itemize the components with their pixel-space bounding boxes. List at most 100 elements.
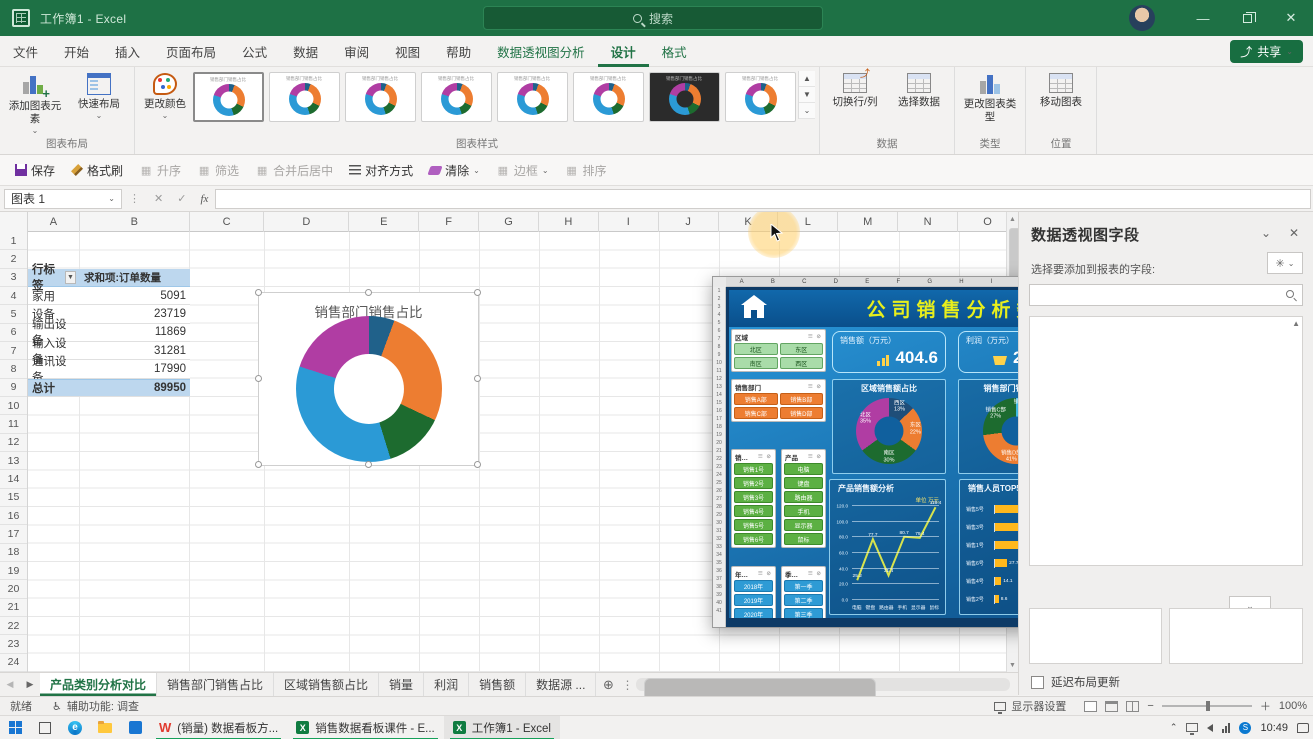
gallery-down-icon[interactable]: ▼ — [799, 87, 815, 103]
edge-icon[interactable]: e — [60, 716, 90, 739]
slicer-filter-icons[interactable]: ☰ ⊘ — [758, 454, 772, 460]
chart-style-thumbnail[interactable]: 销售部门销售占比 — [269, 72, 340, 122]
toolbar-对齐方式[interactable]: 对齐方式 — [342, 159, 420, 182]
row-header-4[interactable]: 4 — [0, 287, 27, 305]
row-header-24[interactable]: 24 — [0, 654, 27, 672]
zoom-in-icon[interactable]: ＋ — [1260, 698, 1271, 714]
scroll-up-icon[interactable]: ▲ — [1007, 212, 1018, 226]
skype-icon[interactable]: S — [1239, 722, 1251, 734]
ribbon-tab-数据透视图分析[interactable]: 数据透视图分析 — [484, 36, 598, 67]
ribbon-tab-开始[interactable]: 开始 — [51, 36, 102, 67]
row-header-8[interactable]: 8 — [0, 360, 27, 378]
taskbar-window[interactable]: W(销量) 数据看板方... — [150, 716, 287, 739]
gallery-up-icon[interactable]: ▲ — [799, 71, 815, 87]
pivot-cell-label[interactable]: 通讯设备 — [28, 360, 80, 378]
sheet-tab-销售部门销售占比[interactable]: 销售部门销售占比 — [157, 673, 274, 696]
row-header-17[interactable]: 17 — [0, 525, 27, 543]
row-header-16[interactable]: 16 — [0, 507, 27, 525]
column-header-H[interactable]: H — [539, 212, 599, 232]
row-header-14[interactable]: 14 — [0, 470, 27, 488]
zoom-out-icon[interactable]: − — [1147, 700, 1153, 712]
slicer-item-第四季[interactable]: 第四季 — [784, 622, 823, 627]
name-box[interactable]: 图表 1⌄ — [4, 189, 122, 209]
column-header-A[interactable]: A — [28, 212, 80, 232]
chart-style-thumbnail[interactable]: 销售部门销售占比 — [649, 72, 720, 122]
pivot-cell-label[interactable]: 总计 — [28, 379, 80, 397]
selection-handle[interactable] — [255, 375, 262, 382]
column-header-E[interactable]: E — [349, 212, 419, 232]
slicer-item-第二季[interactable]: 第二季 — [784, 594, 823, 606]
selection-handle[interactable] — [474, 289, 481, 296]
sheet-tab-销量[interactable]: 销量 — [379, 673, 424, 696]
slicer-item-显示器[interactable]: 显示器 — [784, 519, 823, 531]
slicer-filter-icons[interactable]: ☰ ⊘ — [808, 334, 822, 340]
row-headers[interactable]: 123456789101112131415161718192021222324 — [0, 232, 28, 672]
switch-row-column-button[interactable]: 切换行/列 — [824, 71, 886, 109]
chart-style-thumbnail[interactable]: 销售部门销售占比 — [345, 72, 416, 122]
chart-style-thumbnail[interactable]: 销售部门销售占比 — [421, 72, 492, 122]
row-header-22[interactable]: 22 — [0, 617, 27, 635]
sheet-tab-销售额[interactable]: 销售额 — [469, 673, 526, 696]
slicer-年…[interactable]: 年…☰ ⊘2018年2019年2020年 — [731, 566, 776, 623]
ribbon-tab-格式[interactable]: 格式 — [649, 36, 700, 67]
sheet-tab-产品类别分析对比[interactable]: 产品类别分析对比 — [40, 673, 157, 696]
scroll-down-icon[interactable]: ▼ — [1007, 658, 1018, 672]
slicer-item-销售C部[interactable]: 销售C部 — [734, 407, 778, 419]
sheet-tab-数据源 ...[interactable]: 数据源 ... — [526, 673, 596, 696]
ribbon-tab-公式[interactable]: 公式 — [229, 36, 280, 67]
slicer-item-鼠标[interactable]: 鼠标 — [784, 533, 823, 545]
sheet-tab-区域销售额占比[interactable]: 区域销售额占比 — [274, 673, 379, 696]
pivot-cell-value[interactable]: 23719 — [80, 305, 190, 323]
dashboard-window[interactable]: ABCDEFGHIJKLMNOPQ 1234567891011121314151… — [712, 276, 1018, 628]
ribbon-tab-审阅[interactable]: 审阅 — [331, 36, 382, 67]
slicer-filter-icons[interactable]: ☰ ⊘ — [808, 571, 822, 577]
ribbon-tab-数据[interactable]: 数据 — [280, 36, 331, 67]
slicer-产品[interactable]: 产品☰ ⊘电脑键盘路由器手机显示器鼠标 — [781, 449, 826, 548]
drop-area-left[interactable] — [1029, 608, 1162, 664]
filter-dropdown-icon[interactable]: ▼ — [65, 271, 76, 284]
pivot-cell-value[interactable]: 11869 — [80, 324, 190, 342]
slicer-filter-icons[interactable]: ☰ ⊘ — [758, 571, 772, 577]
row-header-15[interactable]: 15 — [0, 489, 27, 507]
store-icon[interactable] — [120, 716, 150, 739]
row-header-18[interactable]: 18 — [0, 544, 27, 562]
slicer-item-销售D部[interactable]: 销售D部 — [780, 407, 824, 419]
row-header-3[interactable]: 3 — [0, 269, 27, 287]
user-avatar[interactable] — [1129, 5, 1155, 31]
pivot-row[interactable]: 通讯设备17990 — [28, 360, 190, 378]
normal-view-icon[interactable] — [1084, 701, 1097, 712]
horizontal-scrollbar[interactable] — [636, 678, 1010, 691]
pivot-chart-object[interactable]: 销售部门销售占比 — [258, 292, 479, 466]
fields-list[interactable]: ▲ — [1029, 316, 1303, 566]
chart-style-thumbnail[interactable]: 销售部门销售占比 — [497, 72, 568, 122]
tray-expand-icon[interactable]: ⌃ — [1170, 722, 1178, 733]
file-explorer-icon[interactable] — [90, 716, 120, 739]
fx-icon[interactable]: fx — [193, 193, 215, 205]
row-header-21[interactable]: 21 — [0, 599, 27, 617]
column-header-G[interactable]: G — [479, 212, 539, 232]
slicer-item-第三季[interactable]: 第三季 — [784, 608, 823, 620]
row-header-19[interactable]: 19 — [0, 562, 27, 580]
move-chart-button[interactable]: 移动图表 — [1030, 71, 1092, 109]
pivot-cell-label[interactable]: 行标签▼ — [28, 269, 80, 287]
share-button[interactable]: ⤴ 共享 ⌄ — [1230, 40, 1303, 63]
column-header-F[interactable]: F — [419, 212, 479, 232]
select-data-button[interactable]: 选择数据 — [888, 71, 950, 109]
column-header-B[interactable]: B — [80, 212, 190, 232]
chart-style-thumbnail[interactable]: 销售部门销售占比 — [573, 72, 644, 122]
ribbon-tab-视图[interactable]: 视图 — [382, 36, 433, 67]
clock[interactable]: 10:49 — [1260, 722, 1288, 734]
slicer-item-手机[interactable]: 手机 — [784, 505, 823, 517]
slicer-item-销售5号[interactable]: 销售5号 — [734, 519, 773, 531]
accessibility-status[interactable]: ♿ 辅助功能: 调查 — [42, 698, 149, 714]
slicer-item-东区[interactable]: 东区 — [780, 343, 824, 355]
column-header-C[interactable]: C — [190, 212, 265, 232]
close-button[interactable]: ✕ — [1269, 0, 1313, 36]
selection-handle[interactable] — [255, 461, 262, 468]
taskbar-window[interactable]: X工作簿1 - Excel — [444, 716, 560, 739]
zoom-slider[interactable] — [1162, 705, 1252, 707]
row-header-2[interactable]: 2 — [0, 250, 27, 268]
slicer-item-路由器[interactable]: 路由器 — [784, 491, 823, 503]
sheet-tab-利润[interactable]: 利润 — [424, 673, 469, 696]
slicer-item-第一季[interactable]: 第一季 — [784, 580, 823, 592]
